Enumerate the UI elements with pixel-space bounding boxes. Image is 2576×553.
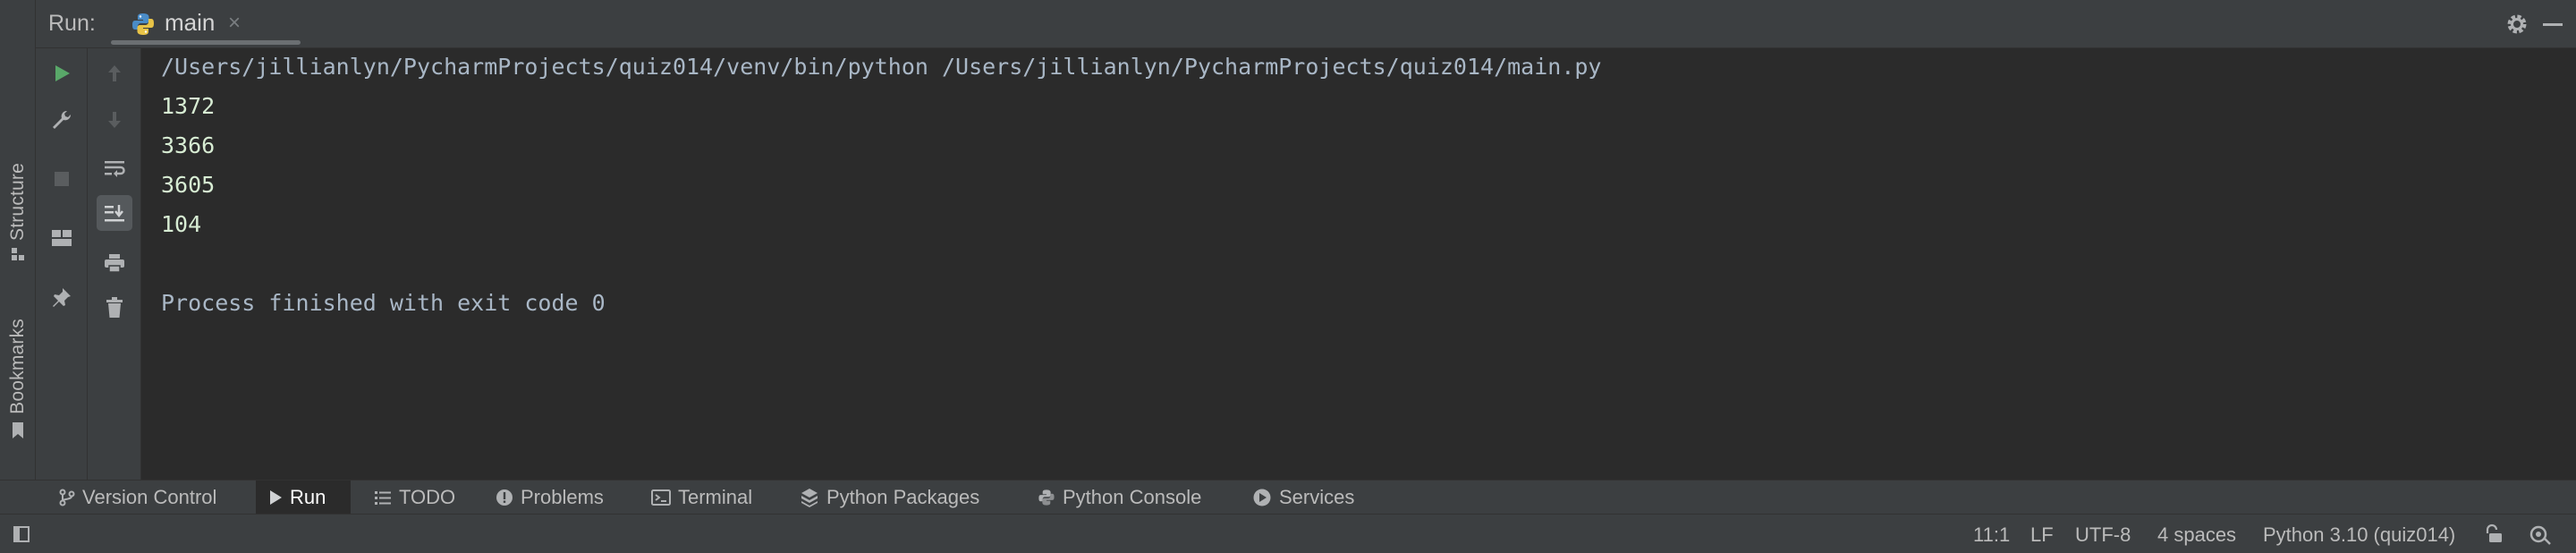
scroll-to-end-icon[interactable] — [97, 195, 132, 231]
caret-position[interactable]: 11:1 — [1973, 523, 2010, 547]
tab-todo[interactable]: TODO — [361, 481, 468, 515]
tab-label: Terminal — [678, 486, 753, 508]
run-tab-main[interactable]: main — [165, 9, 215, 37]
wrench-icon[interactable] — [44, 102, 80, 138]
exit-message: Process finished with exit code 0 — [161, 290, 606, 316]
line-ending[interactable]: LF — [2030, 523, 2054, 547]
arrow-up-icon[interactable] — [97, 55, 132, 91]
print-icon[interactable] — [97, 245, 132, 281]
lock-icon[interactable] — [2483, 523, 2504, 545]
tab-label: Services — [1279, 486, 1355, 508]
file-encoding[interactable]: UTF-8 — [2075, 523, 2131, 547]
tab-label: Python Packages — [826, 486, 980, 508]
status-bar: 11:1 LF UTF-8 4 spaces Python 3.10 (quiz… — [0, 514, 2576, 553]
structure-label: Structure — [7, 163, 28, 241]
tab-services[interactable]: Services — [1240, 481, 1367, 515]
toggle-tool-windows-icon[interactable] — [13, 525, 30, 543]
tool-window-bar: Version Control Run TODO Problems Termin… — [0, 480, 2576, 515]
bookmarks-tool-tab[interactable]: Bookmarks — [0, 319, 36, 439]
output-line: 3366 — [161, 132, 216, 158]
tab-label: Python Console — [1063, 486, 1202, 508]
branch-icon — [59, 489, 75, 506]
layout-icon[interactable] — [44, 220, 80, 256]
stop-icon[interactable] — [44, 161, 80, 197]
services-icon — [1252, 488, 1272, 507]
tab-problems[interactable]: Problems — [483, 481, 616, 515]
python-interpreter[interactable]: Python 3.10 (quiz014) — [2263, 523, 2455, 547]
bookmark-icon — [11, 421, 25, 439]
gear-icon[interactable] — [2504, 12, 2529, 37]
active-tab-indicator — [111, 40, 301, 45]
tab-python-packages[interactable]: Python Packages — [787, 481, 992, 515]
inspection-profile-icon[interactable] — [2528, 523, 2553, 546]
indent-setting[interactable]: 4 spaces — [2157, 523, 2236, 547]
structure-tool-tab[interactable]: Structure — [0, 163, 36, 262]
output-line: 104 — [161, 211, 202, 237]
run-toolbar-secondary — [88, 48, 141, 480]
run-command-line: /Users/jillianlyn/PycharmProjects/quiz01… — [161, 54, 1602, 80]
minimize-icon[interactable] — [2540, 12, 2565, 37]
tab-label: TODO — [399, 486, 456, 508]
tab-label: Problems — [521, 486, 604, 508]
structure-icon — [10, 246, 26, 262]
tab-terminal[interactable]: Terminal — [639, 481, 765, 515]
output-line: 1372 — [161, 93, 216, 119]
output-line: 3605 — [161, 172, 216, 198]
play-icon — [268, 489, 283, 506]
trash-icon[interactable] — [97, 290, 132, 326]
rerun-icon[interactable] — [44, 55, 80, 91]
soft-wrap-icon[interactable] — [97, 150, 132, 186]
tab-close-icon[interactable]: × — [228, 11, 241, 36]
tab-label: Version Control — [82, 486, 217, 508]
left-tool-stripe: Structure Bookmarks — [0, 0, 36, 480]
run-toolbar-primary — [36, 48, 88, 480]
tab-label: Run — [290, 486, 326, 508]
packages-icon — [800, 488, 819, 507]
python-icon — [1038, 489, 1055, 506]
tab-run[interactable]: Run — [256, 481, 351, 515]
bookmarks-label: Bookmarks — [7, 319, 28, 414]
terminal-icon — [651, 489, 671, 506]
list-icon — [374, 489, 392, 506]
problems-icon — [496, 489, 513, 506]
run-panel-header: Run: main × — [36, 0, 2576, 48]
run-label: Run: — [48, 11, 96, 36]
pin-icon[interactable] — [44, 279, 80, 315]
arrow-down-icon[interactable] — [97, 102, 132, 138]
python-icon — [131, 12, 156, 37]
tab-version-control[interactable]: Version Control — [47, 481, 229, 515]
tab-python-console[interactable]: Python Console — [1025, 481, 1214, 515]
console-output[interactable]: /Users/jillianlyn/PycharmProjects/quiz01… — [141, 48, 2576, 480]
